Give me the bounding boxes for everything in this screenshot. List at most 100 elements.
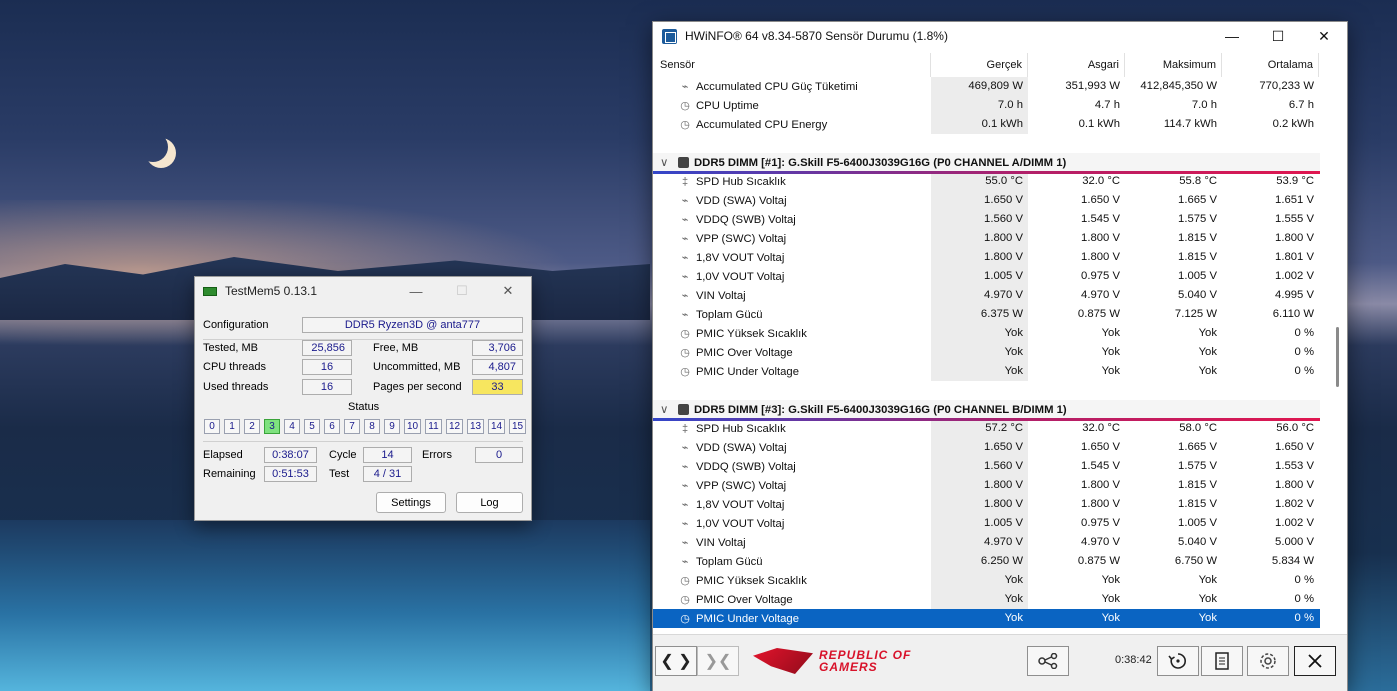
nav-prev-next-button[interactable]: ❮ ❯	[655, 646, 697, 676]
value-current: 1.650 V	[931, 191, 1028, 210]
value-min: 0.975 V	[1081, 517, 1120, 529]
value-min: 1.800 V	[1081, 479, 1120, 491]
sensor-row[interactable]: ◷ PMIC Yüksek Sıcaklık Yok Yok Yok 0 %	[653, 324, 1320, 343]
status-cell: 14	[488, 419, 505, 434]
log-button[interactable]: Log	[456, 492, 523, 513]
rog-logo: REPUBLIC OF GAMERS	[753, 645, 933, 677]
reset-button[interactable]	[1157, 646, 1199, 676]
rog-text-line2: GAMERS	[819, 660, 878, 674]
scrollbar-thumb[interactable]	[1336, 327, 1339, 387]
column-avg[interactable]: Ortalama	[1222, 53, 1319, 77]
value-current: 1.800 V	[931, 476, 1028, 495]
sensor-row[interactable]: ⌁ 1,0V VOUT Voltaj 1.005 V 0.975 V 1.005 V 1.…	[653, 267, 1320, 286]
sensor-row[interactable]: ⌁ VPP (SWC) Voltaj 1.800 V 1.800 V 1.815 V 1.…	[653, 229, 1320, 248]
column-max[interactable]: Maksimum	[1125, 53, 1222, 77]
testmem-titlebar[interactable]: TestMem5 0.13.1 — ☐ ✕	[195, 277, 531, 305]
lightning-icon: ⌁	[681, 308, 689, 321]
value-max: 7.125 W	[1174, 308, 1217, 320]
sensor-group-header[interactable]: ∨ DDR5 DIMM [#1]: G.Skill F5-6400J3039G16…	[653, 153, 1320, 174]
column-sensor[interactable]: Sensör	[653, 53, 931, 77]
value-avg: 53.9 °C	[1276, 175, 1314, 187]
sensor-row[interactable]: ⌁ VDD (SWA) Voltaj 1.650 V 1.650 V 1.665 V 1.…	[653, 438, 1320, 457]
sensor-name: Accumulated CPU Güç Tüketimi	[696, 80, 858, 93]
sensor-row[interactable]: ◷ PMIC Under Voltage Yok Yok Yok 0 %	[653, 609, 1320, 628]
settings-button[interactable]	[1247, 646, 1289, 676]
sensor-list[interactable]: ⌁ Accumulated CPU Güç Tüketimi 469,809 W 35…	[653, 77, 1320, 632]
value-avg: 6.110 W	[1272, 308, 1314, 320]
value-min: 0.875 W	[1077, 308, 1120, 320]
sensor-name: VDDQ (SWB) Voltaj	[696, 460, 796, 473]
column-header: Sensör Gerçek Asgari Maksimum Ortalama	[653, 53, 1333, 77]
value-min: 0.875 W	[1077, 555, 1120, 567]
group-underline	[653, 171, 1320, 174]
sensor-row[interactable]: ⌁ VIN Voltaj 4.970 V 4.970 V 5.040 V 4.995 V	[653, 286, 1320, 305]
sensor-group-title: DDR5 DIMM [#3]: G.Skill F5-6400J3039G16G…	[694, 403, 1067, 416]
sensor-name: PMIC Yüksek Sıcaklık	[696, 327, 807, 340]
value-avg: 0 %	[1294, 593, 1314, 605]
gear-icon	[1260, 653, 1276, 669]
sensor-row[interactable]: ⌁ 1,0V VOUT Voltaj 1.005 V 0.975 V 1.005 V 1.…	[653, 514, 1320, 533]
minimize-button[interactable]: —	[1209, 22, 1255, 50]
settings-button[interactable]: Settings	[376, 492, 446, 513]
sensor-row[interactable]: ◷ PMIC Yüksek Sıcaklık Yok Yok Yok 0 %	[653, 571, 1320, 590]
sensor-row[interactable]: ⌁ VDDQ (SWB) Voltaj 1.560 V 1.545 V 1.575 V 1…	[653, 457, 1320, 476]
value-current: 1.560 V	[931, 457, 1028, 476]
value-max: Yok	[1198, 593, 1217, 605]
lightning-icon: ⌁	[681, 80, 689, 93]
value-avg: 0 %	[1294, 346, 1314, 358]
value-max: 5.040 V	[1178, 289, 1217, 301]
sensor-row[interactable]: ◷ PMIC Under Voltage Yok Yok Yok 0 %	[653, 362, 1320, 381]
close-button[interactable]: ✕	[1301, 22, 1347, 50]
status-cell: 10	[404, 419, 421, 434]
value-current: Yok	[1004, 612, 1023, 624]
sensor-row[interactable]: ⌁ 1,8V VOUT Voltaj 1.800 V 1.800 V 1.815 V 1.…	[653, 495, 1320, 514]
clock-icon: ◷	[680, 365, 690, 378]
pages-value: 33	[472, 379, 523, 395]
sensor-row[interactable]: ‡ SPD Hub Sıcaklık 55.0 °C 32.0 °C 55.8 °C 53…	[653, 172, 1320, 191]
chevron-down-icon[interactable]: ∨	[660, 403, 670, 416]
value-current: 1.650 V	[931, 438, 1028, 457]
clock-icon: ◷	[680, 327, 690, 340]
value-min: 4.970 V	[1081, 536, 1120, 548]
cpu-threads-label: CPU threads	[203, 361, 266, 373]
sensor-row[interactable]: ⌁ VIN Voltaj 4.970 V 4.970 V 5.040 V 5.000 V	[653, 533, 1320, 552]
chevron-down-icon[interactable]: ∨	[660, 156, 670, 169]
status-cell: 4	[284, 419, 300, 434]
close-sensors-button[interactable]	[1294, 646, 1336, 676]
hwinfo-titlebar[interactable]: HWiNFO® 64 v8.34-5870 Sensör Durumu (1.8…	[653, 22, 1347, 50]
sensor-name-cell: ⌁ VDD (SWA) Voltaj	[653, 442, 931, 454]
sensor-row[interactable]: ⌁ VDDQ (SWB) Voltaj 1.560 V 1.545 V 1.575 V 1…	[653, 210, 1320, 229]
maximize-button[interactable]: ☐	[439, 277, 485, 305]
sensor-row[interactable]: ⌁ Toplam Gücü 6.250 W 0.875 W 6.750 W 5.834 W	[653, 552, 1320, 571]
value-max: 1.005 V	[1178, 270, 1217, 282]
thermometer-icon: ‡	[681, 422, 689, 435]
sensor-row[interactable]: ⌁ 1,8V VOUT Voltaj 1.800 V 1.800 V 1.815 V 1.…	[653, 248, 1320, 267]
remaining-value: 0:51:53	[264, 466, 317, 482]
value-min: 32.0 °C	[1082, 175, 1120, 187]
sensor-row[interactable]: ⌁ VPP (SWC) Voltaj 1.800 V 1.800 V 1.815 V 1.…	[653, 476, 1320, 495]
sensor-row[interactable]: ⌁ Toplam Gücü 6.375 W 0.875 W 7.125 W 6.110 W	[653, 305, 1320, 324]
network-share-button[interactable]	[1027, 646, 1069, 676]
sensor-row[interactable]: ‡ SPD Hub Sıcaklık 57.2 °C 32.0 °C 58.0 °C 56…	[653, 419, 1320, 438]
sensor-row[interactable]: ◷ CPU Uptime 7.0 h 4.7 h 7.0 h 6.7 h	[653, 96, 1320, 115]
sensor-row[interactable]: ⌁ VDD (SWA) Voltaj 1.650 V 1.650 V 1.665 V 1.…	[653, 191, 1320, 210]
value-max: 55.8 °C	[1179, 175, 1217, 187]
close-button[interactable]: ✕	[485, 277, 531, 305]
sensor-row[interactable]: ⌁ Accumulated CPU Güç Tüketimi 469,809 W 35…	[653, 77, 1320, 96]
sensor-row[interactable]: ◷ PMIC Over Voltage Yok Yok Yok 0 %	[653, 590, 1320, 609]
nav-collapse-button[interactable]: ❯❮	[697, 646, 739, 676]
sensor-row[interactable]: ◷ PMIC Over Voltage Yok Yok Yok 0 %	[653, 343, 1320, 362]
column-min[interactable]: Asgari	[1028, 53, 1125, 77]
value-current: 1.005 V	[931, 514, 1028, 533]
report-button[interactable]	[1201, 646, 1243, 676]
value-current: 4.970 V	[931, 533, 1028, 552]
sensor-name-cell: ⌁ VIN Voltaj	[653, 537, 931, 549]
sensor-row[interactable]: ◷ Accumulated CPU Energy 0.1 kWh 0.1 kWh 114…	[653, 115, 1320, 134]
sensor-name: SPD Hub Sıcaklık	[696, 175, 786, 188]
maximize-button[interactable]: ☐	[1255, 22, 1301, 50]
sensor-group-header[interactable]: ∨ DDR5 DIMM [#3]: G.Skill F5-6400J3039G16…	[653, 400, 1320, 421]
value-min: 32.0 °C	[1082, 422, 1120, 434]
value-avg: 0 %	[1294, 612, 1314, 624]
column-current[interactable]: Gerçek	[931, 53, 1028, 77]
minimize-button[interactable]: —	[393, 277, 439, 305]
